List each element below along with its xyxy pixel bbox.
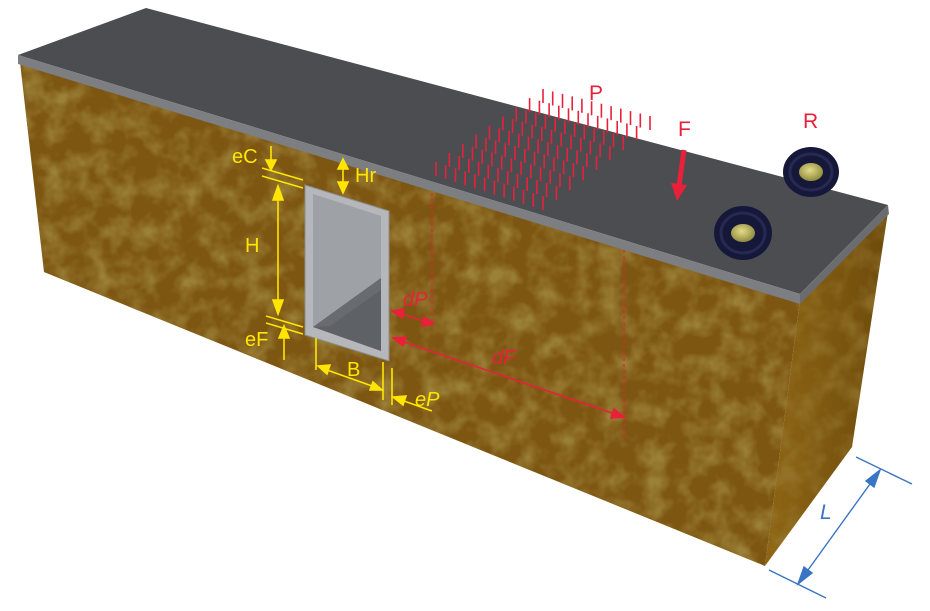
label-ec: eC — [232, 146, 258, 168]
label-h: H — [245, 235, 259, 257]
l-ext-top — [855, 456, 913, 485]
l-arrow-top — [864, 467, 882, 489]
label-hr: Hr — [355, 165, 376, 187]
label-r: R — [803, 110, 818, 133]
l-arrow-bottom — [796, 565, 814, 587]
label-f: F — [678, 118, 691, 141]
l-arrow-shaft — [807, 483, 871, 571]
label-p: P — [589, 82, 603, 105]
label-l: L — [820, 501, 832, 524]
label-ef: eF — [245, 329, 268, 351]
culvert-load-diagram: eC Hr H eF B eP dP dF P F R L — [18, 8, 913, 599]
label-ep: eP — [415, 389, 440, 411]
label-df: dF — [492, 347, 517, 369]
wheel-front — [714, 206, 772, 260]
culvert-box — [304, 184, 390, 362]
wheel-rear — [783, 147, 839, 197]
label-b: B — [347, 359, 360, 381]
label-dp: dP — [403, 289, 428, 311]
